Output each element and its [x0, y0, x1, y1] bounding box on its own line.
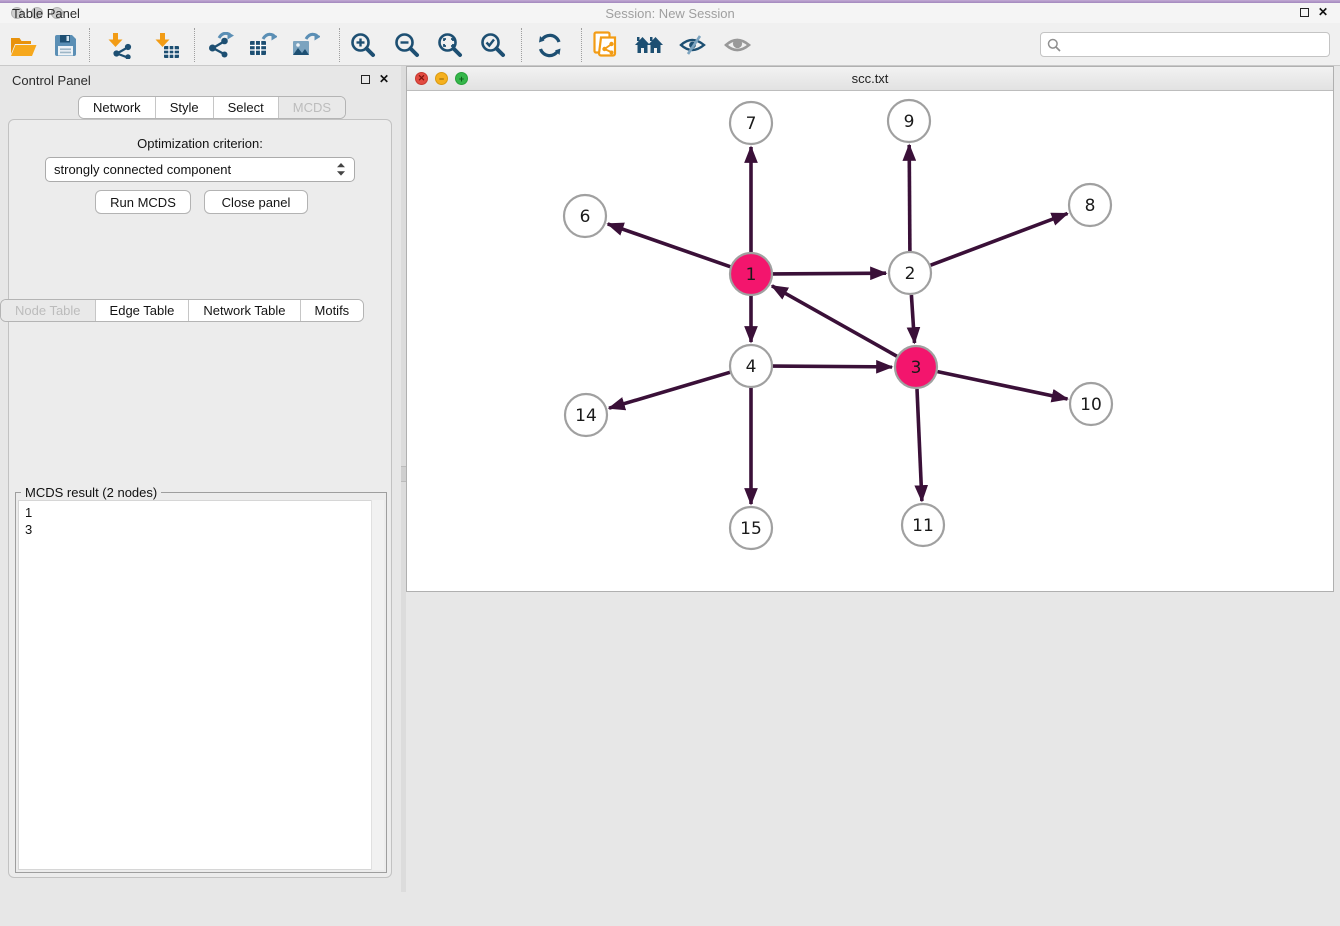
tab-edge-table[interactable]: Edge Table	[96, 300, 190, 321]
save-icon[interactable]	[50, 30, 80, 60]
export-network-icon[interactable]	[205, 30, 235, 60]
control-panel: Control Panel ✕ Network Style Select MCD…	[0, 66, 401, 892]
graph-node-1[interactable]: 1	[730, 253, 772, 295]
tab-select[interactable]: Select	[214, 97, 279, 118]
svg-text:15: 15	[740, 519, 762, 539]
refresh-icon[interactable]	[535, 30, 565, 60]
tab-node-table[interactable]: Node Table	[1, 300, 96, 321]
tab-mcds[interactable]: MCDS	[279, 97, 345, 118]
graph-node-15[interactable]: 15	[730, 507, 772, 549]
tab-network-table[interactable]: Network Table	[189, 300, 300, 321]
window-title: Session: New Session	[0, 6, 1340, 21]
svg-text:9: 9	[904, 112, 915, 132]
svg-text:10: 10	[1080, 395, 1102, 415]
toolbar-separator	[521, 28, 522, 62]
graph-edge-1-2[interactable]	[773, 273, 886, 274]
graph-node-4[interactable]: 4	[730, 345, 772, 387]
table-tabs: Node Table Edge Table Network Table Moti…	[0, 299, 364, 322]
graph-edge-2-9[interactable]	[909, 145, 910, 251]
show-details-icon[interactable]	[723, 30, 753, 60]
open-folder-icon[interactable]	[8, 30, 38, 60]
close-panel-icon[interactable]: ✕	[379, 74, 389, 84]
mcds-result-group: MCDS result (2 nodes) 1 3	[15, 492, 387, 873]
network-view-window: ✕ − + scc.txt 7 9 6 8 1 2 4 3 14 10 15 11	[406, 66, 1334, 592]
zoom-in-icon[interactable]	[348, 30, 378, 60]
toolbar-separator	[339, 28, 340, 62]
dropdown-stepper-icon	[336, 163, 346, 176]
network-canvas[interactable]: 7 9 6 8 1 2 4 3 14 10 15 11	[407, 67, 1333, 572]
zoom-out-icon[interactable]	[392, 30, 422, 60]
svg-text:4: 4	[746, 357, 757, 377]
toolbar-separator	[89, 28, 90, 62]
graph-edge-2-8[interactable]	[931, 214, 1068, 266]
graph-edge-3-11[interactable]	[917, 389, 922, 501]
graph-node-3[interactable]: 3	[895, 346, 937, 388]
graph-node-7[interactable]: 7	[730, 102, 772, 144]
optimization-criterion-label: Optimization criterion:	[9, 136, 391, 151]
graph-edge-4-14[interactable]	[609, 372, 730, 408]
import-table-icon[interactable]	[151, 30, 181, 60]
tab-network[interactable]: Network	[79, 97, 156, 118]
mcds-panel: Optimization criterion: strongly connect…	[8, 119, 392, 878]
svg-text:1: 1	[746, 265, 757, 285]
optimization-dropdown[interactable]: strongly connected component	[45, 157, 355, 182]
svg-text:8: 8	[1085, 196, 1096, 216]
toolbar-separator	[194, 28, 195, 62]
graph-edge-1-6[interactable]	[608, 224, 731, 267]
tab-style[interactable]: Style	[156, 97, 214, 118]
graph-node-11[interactable]: 11	[902, 504, 944, 546]
mcds-result-scrollbar[interactable]	[371, 500, 384, 870]
graph-node-2[interactable]: 2	[889, 252, 931, 294]
close-table-panel-icon[interactable]: ✕	[1318, 7, 1328, 17]
export-table-icon[interactable]	[248, 30, 278, 60]
mcds-result-title: MCDS result (2 nodes)	[21, 485, 161, 500]
graph-node-10[interactable]: 10	[1070, 383, 1112, 425]
tab-motifs[interactable]: Motifs	[301, 300, 364, 321]
copy-network-icon[interactable]	[591, 30, 621, 60]
graph-node-14[interactable]: 14	[565, 394, 607, 436]
mcds-result-text[interactable]: 1 3	[18, 500, 384, 870]
close-panel-button[interactable]: Close panel	[204, 190, 308, 214]
zoom-fit-icon[interactable]	[435, 30, 465, 60]
home-icon[interactable]	[634, 30, 664, 60]
graph-edge-3-10[interactable]	[938, 372, 1068, 399]
titlebar: Session: New Session	[0, 3, 1340, 23]
graph-edge-3-1[interactable]	[772, 286, 897, 356]
toolbar-separator	[581, 28, 582, 62]
search-field[interactable]	[1040, 32, 1330, 57]
import-network-icon[interactable]	[104, 30, 134, 60]
control-panel-tabs: Network Style Select MCDS	[78, 96, 346, 119]
float-table-panel-icon[interactable]	[1300, 8, 1309, 17]
zoom-selected-icon[interactable]	[478, 30, 508, 60]
control-panel-title: Control Panel	[12, 73, 91, 88]
svg-text:14: 14	[575, 406, 597, 426]
network-window-titlebar[interactable]: ✕ − + scc.txt	[407, 67, 1333, 91]
graph-node-8[interactable]: 8	[1069, 184, 1111, 226]
graph-edge-4-3[interactable]	[773, 366, 892, 367]
svg-text:7: 7	[746, 114, 757, 134]
export-image-icon[interactable]	[291, 30, 321, 60]
table-panel-title: Table Panel	[12, 6, 80, 21]
graph-edge-2-3[interactable]	[911, 295, 914, 343]
graph-node-9[interactable]: 9	[888, 100, 930, 142]
hide-details-icon[interactable]	[678, 30, 708, 60]
svg-text:3: 3	[911, 358, 922, 378]
float-panel-icon[interactable]	[361, 75, 370, 84]
dropdown-value: strongly connected component	[54, 162, 231, 177]
svg-text:11: 11	[912, 516, 934, 536]
run-mcds-button[interactable]: Run MCDS	[95, 190, 191, 214]
svg-text:6: 6	[580, 207, 591, 227]
search-input[interactable]	[1061, 37, 1329, 52]
search-icon	[1047, 38, 1061, 52]
application-window: Session: New Session	[0, 0, 1340, 926]
svg-text:2: 2	[905, 264, 916, 284]
graph-node-6[interactable]: 6	[564, 195, 606, 237]
main-toolbar	[0, 23, 1340, 66]
network-view-title: scc.txt	[407, 71, 1333, 86]
network-graph[interactable]: 7 9 6 8 1 2 4 3 14 10 15 11	[407, 67, 1333, 567]
